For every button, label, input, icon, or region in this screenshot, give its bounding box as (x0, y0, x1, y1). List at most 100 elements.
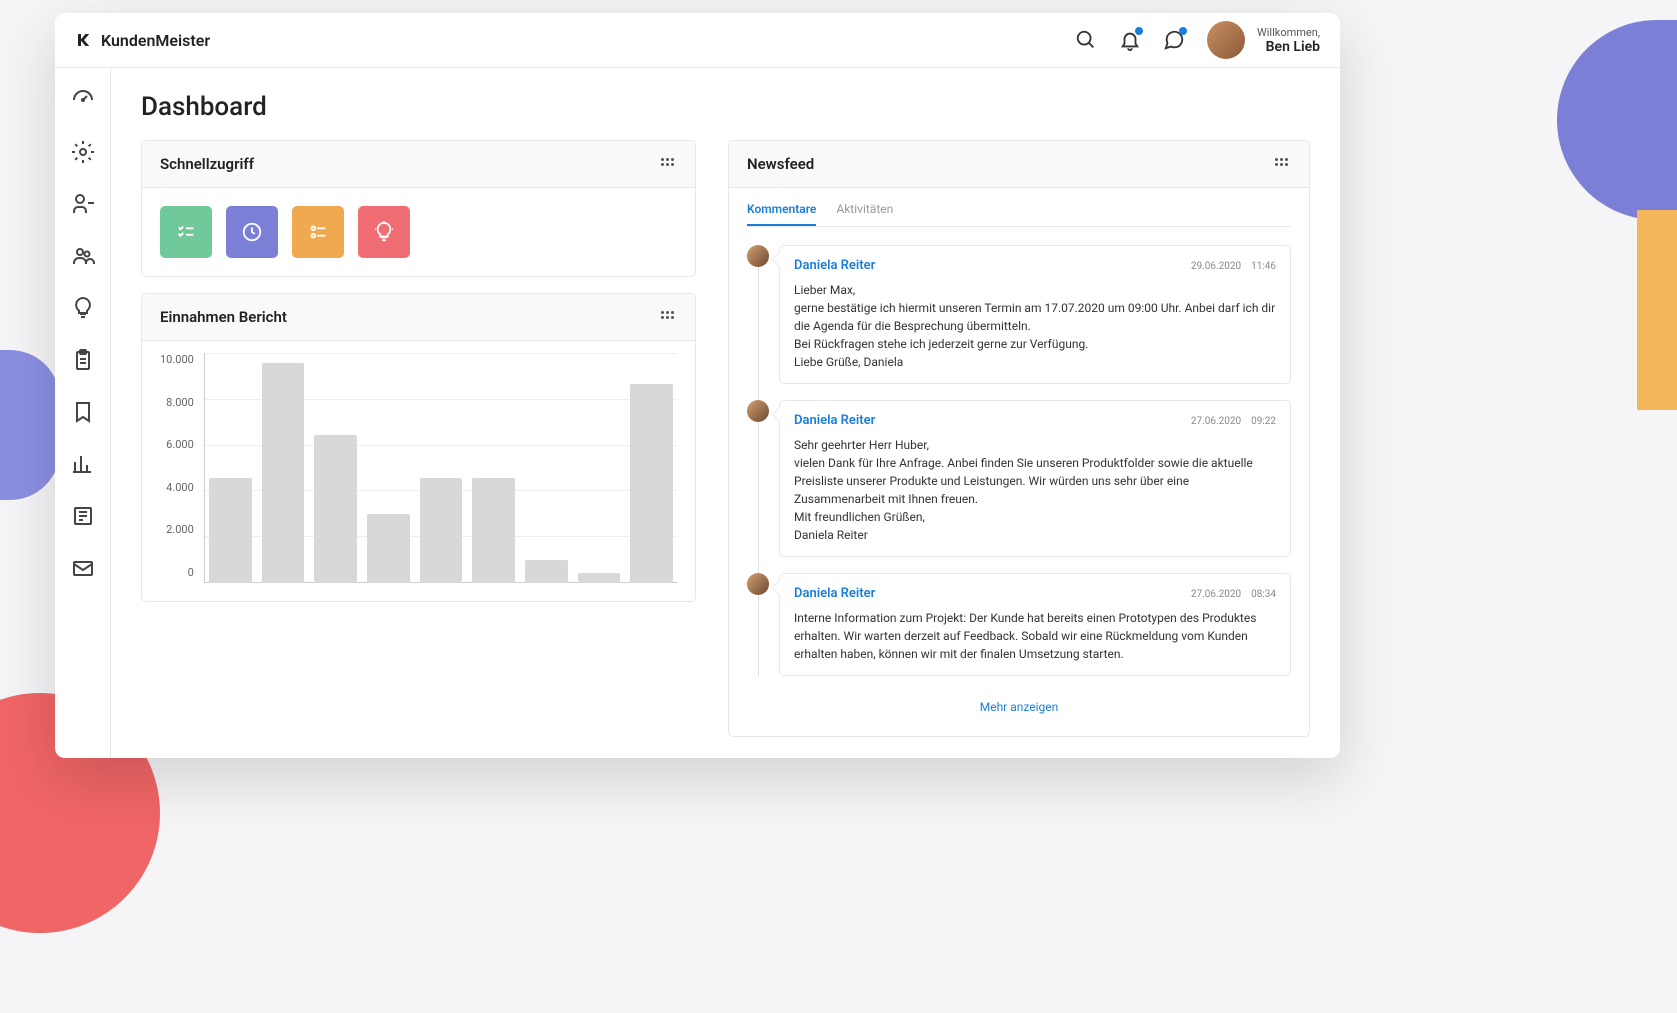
sliders-icon (307, 221, 329, 243)
tabs: Kommentare Aktivitäten (747, 202, 1291, 227)
user-name: Ben Lieb (1257, 39, 1320, 55)
feed-author[interactable]: Daniela Reiter (794, 258, 875, 273)
search-icon[interactable] (1075, 29, 1097, 51)
body: Dashboard Schnellzugriff (55, 68, 1340, 758)
tab-comments[interactable]: Kommentare (747, 202, 816, 226)
sidebar (55, 68, 111, 758)
bar (314, 435, 357, 583)
checklist-icon (175, 221, 197, 243)
user-minus-icon (71, 192, 95, 216)
newsfeed-card: Newsfeed Kommentare Aktivitäten Daniela … (728, 140, 1310, 737)
chat-icon[interactable] (1163, 29, 1185, 51)
feed-card: Daniela Reiter 27.06.202008:34 Interne I… (779, 573, 1291, 676)
decorative-shape (1557, 20, 1677, 220)
gear-icon (71, 140, 95, 164)
feed-author[interactable]: Daniela Reiter (794, 413, 875, 428)
clock-icon (241, 221, 263, 243)
bar (420, 478, 463, 583)
mail-icon (71, 556, 95, 580)
feed-time: 09:22 (1251, 416, 1276, 427)
feed-head: Daniela Reiter 27.06.2020 08:34 (794, 586, 1276, 601)
decorative-shape (1637, 210, 1677, 410)
tab-activities[interactable]: Aktivitäten (836, 202, 893, 226)
drag-handle-icon[interactable] (661, 311, 677, 323)
bar (262, 363, 305, 583)
bar (630, 384, 673, 583)
bar-chart-icon (71, 452, 95, 476)
sidebar-item-ideas[interactable] (71, 296, 95, 320)
sidebar-item-mail[interactable] (71, 556, 95, 580)
bars (205, 353, 677, 583)
card-header: Einnahmen Bericht (142, 294, 695, 341)
bar (209, 478, 252, 583)
y-axis: 10.0008.0006.0004.0002.0000 (160, 353, 204, 583)
bookmark-icon (71, 400, 95, 424)
app-window: KundenMeister Willkommen, Ben Lieb (55, 13, 1340, 758)
sidebar-item-team[interactable] (71, 244, 95, 268)
sidebar-item-bookmark[interactable] (71, 400, 95, 424)
card-title: Schnellzugriff (160, 155, 254, 173)
lightbulb-icon (71, 296, 95, 320)
bell-icon[interactable] (1119, 29, 1141, 51)
drag-handle-icon[interactable] (661, 158, 677, 170)
gauge-icon (71, 88, 95, 112)
sidebar-item-dashboard[interactable] (71, 88, 95, 112)
show-more-link[interactable]: Mehr anzeigen (747, 692, 1291, 722)
main: Dashboard Schnellzugriff (111, 68, 1340, 758)
feed-text: Lieber Max, gerne bestätige ich hiermit … (794, 281, 1276, 371)
feed-meta: 27.06.202009:22 (1191, 416, 1276, 427)
feed-meta: 29.06.202011:46 (1191, 261, 1276, 272)
quick-tile-sliders[interactable] (292, 206, 344, 258)
sidebar-item-reports[interactable] (71, 452, 95, 476)
feed-head: Daniela Reiter 27.06.202009:22 (794, 413, 1276, 428)
bar (578, 573, 621, 583)
welcome-label: Willkommen, (1257, 26, 1320, 39)
user-text: Willkommen, Ben Lieb (1257, 26, 1320, 55)
bar (472, 478, 515, 583)
page-title: Dashboard (141, 92, 1310, 122)
feed-card: Daniela Reiter 29.06.202011:46 Lieber Ma… (779, 245, 1291, 384)
feed-item: Daniela Reiter 29.06.202011:46 Lieber Ma… (779, 245, 1291, 384)
bar (367, 514, 410, 583)
quick-tile-lightbulb[interactable] (358, 206, 410, 258)
sidebar-item-user[interactable] (71, 192, 95, 216)
bar (525, 560, 568, 583)
brand-name: KundenMeister (101, 31, 210, 50)
feed-meta: 27.06.2020 08:34 (1191, 589, 1276, 600)
feed-timeline: Daniela Reiter 29.06.202011:46 Lieber Ma… (747, 245, 1291, 676)
feed-time: 08:34 (1251, 589, 1276, 600)
drag-handle-icon[interactable] (1275, 158, 1291, 170)
decorative-shape (0, 350, 60, 500)
feed-item: Daniela Reiter 27.06.202008:34 Interne I… (779, 573, 1291, 676)
feed-avatar (747, 245, 769, 267)
quick-tile-clock[interactable] (226, 206, 278, 258)
y-tick: 10.000 (160, 353, 194, 366)
chart: 10.0008.0006.0004.0002.0000 (142, 341, 695, 601)
feed-avatar (747, 400, 769, 422)
feed-avatar (747, 573, 769, 595)
card-title: Newsfeed (747, 155, 814, 173)
y-tick: 8.000 (160, 396, 194, 409)
logo[interactable]: KundenMeister (75, 31, 210, 50)
sidebar-item-news[interactable] (71, 504, 95, 528)
plot-area (204, 353, 677, 583)
notification-dot (1135, 27, 1143, 35)
y-tick: 0 (160, 566, 194, 579)
feed-author[interactable]: Daniela Reiter (794, 586, 875, 601)
avatar (1207, 21, 1245, 59)
quick-tile-checklist[interactable] (160, 206, 212, 258)
sidebar-item-settings[interactable] (71, 140, 95, 164)
feed-date: 27.06.2020 (1191, 589, 1241, 600)
revenue-card: Einnahmen Bericht 10.0008.0006.0004.0002… (141, 293, 696, 602)
newspaper-icon (71, 504, 95, 528)
lightbulb-icon (373, 221, 395, 243)
header: KundenMeister Willkommen, Ben Lieb (55, 13, 1340, 68)
clipboard-icon (71, 348, 95, 372)
user-menu[interactable]: Willkommen, Ben Lieb (1207, 21, 1320, 59)
feed-card: Daniela Reiter 27.06.202009:22 Sehr geeh… (779, 400, 1291, 557)
y-tick: 2.000 (160, 523, 194, 536)
left-column: Schnellzugriff (141, 140, 696, 737)
header-actions: Willkommen, Ben Lieb (1075, 21, 1320, 59)
sidebar-item-clipboard[interactable] (71, 348, 95, 372)
feed-date: 29.06.2020 (1191, 261, 1241, 272)
